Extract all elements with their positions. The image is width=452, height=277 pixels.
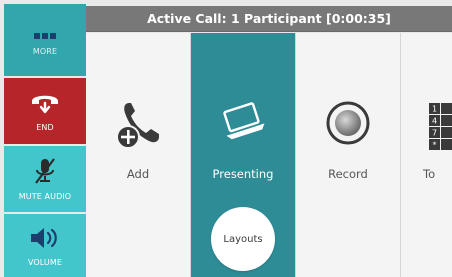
- add-participant-button[interactable]: Add: [86, 33, 190, 277]
- volume-button[interactable]: VOLUME: [4, 214, 86, 277]
- keypad-digit: 4: [432, 117, 437, 126]
- volume-label: VOLUME: [27, 257, 63, 267]
- call-status-title: Active Call: 1 Participant [0:00:35]: [147, 11, 391, 26]
- layouts-label: Layouts: [223, 233, 263, 245]
- keypad-digit: 1: [432, 105, 437, 114]
- microphone-muted-icon: [33, 157, 57, 189]
- speaker-icon: [28, 225, 62, 255]
- record-button[interactable]: Record: [296, 33, 400, 277]
- presenting-button[interactable]: Presenting Layouts: [191, 33, 295, 277]
- keypad-digit: 7: [432, 129, 437, 138]
- mute-label: MUTE AUDIO: [18, 192, 72, 201]
- keypad-icon: 1 4 7 *: [429, 103, 452, 157]
- record-label: Record: [328, 167, 368, 181]
- add-participant-icon: [115, 99, 161, 153]
- laptop-icon: [218, 99, 268, 149]
- tones-label: To: [423, 167, 436, 181]
- sidebar: MORE END MUTE AUDIO VOLUME: [0, 0, 86, 277]
- keypad-digit: *: [433, 141, 437, 150]
- layouts-button[interactable]: Layouts: [211, 207, 275, 271]
- three-dots-icon: [34, 25, 56, 44]
- mute-audio-button[interactable]: MUTE AUDIO: [4, 146, 86, 212]
- call-status-bar: Active Call: 1 Participant [0:00:35]: [86, 6, 452, 32]
- add-label: Add: [126, 167, 150, 181]
- more-label: MORE: [32, 46, 58, 56]
- presenting-label: Presenting: [212, 167, 274, 181]
- call-screen: MORE END MUTE AUDIO VOLUME Active Call: …: [0, 0, 452, 277]
- hangup-phone-icon: [30, 90, 60, 120]
- call-actions: Add Presenting Layouts Record 1 4 7 * To: [86, 33, 452, 277]
- record-icon: [324, 99, 372, 151]
- more-button[interactable]: MORE: [4, 4, 86, 76]
- end-call-button[interactable]: END: [4, 78, 86, 144]
- tones-button[interactable]: 1 4 7 * To: [401, 33, 452, 277]
- end-label: END: [36, 123, 54, 132]
